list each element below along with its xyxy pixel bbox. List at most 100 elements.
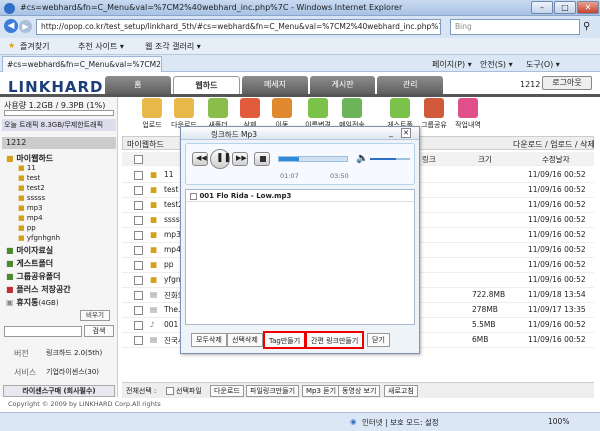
page-menu[interactable]: 페이지(P) ▾ [432, 59, 472, 70]
forward-button[interactable]: ▶ [19, 20, 32, 33]
playlist-item-checkbox[interactable] [190, 192, 197, 200]
history-icon [458, 98, 478, 118]
url-field[interactable]: http://opop.co.kr/test_setup/linkhard_5t… [36, 19, 441, 35]
folder-icon: ■ [18, 234, 25, 242]
tree-item[interactable]: ■ mp3 [6, 204, 116, 214]
search-field[interactable]: Bing [450, 19, 580, 35]
stop-icon [260, 156, 266, 162]
row-checkbox[interactable] [134, 201, 143, 210]
folder-icon: ■ [6, 154, 14, 163]
favorites-button[interactable]: 즐겨찾기 [20, 41, 49, 52]
folder-tree: ■ 마이웹하드 ■ 11 ■ test ■ test2 ■ sssss ■ mp… [6, 153, 116, 310]
license-button[interactable]: 라이센스구매 (회사필수) [3, 385, 115, 397]
playlist-item[interactable]: 001 Flo Rida - Low.mp3 [186, 190, 414, 202]
row-checkbox[interactable] [134, 291, 143, 300]
select-all-checkbox-bottom[interactable] [166, 387, 174, 395]
refresh-button[interactable]: 새로고침 [384, 385, 418, 397]
logout-button[interactable]: 로그아웃 [542, 76, 592, 90]
folder-icon: ■ [18, 164, 25, 172]
group-share-icon [424, 98, 444, 118]
row-checkbox[interactable] [134, 276, 143, 285]
new-folder-icon [208, 98, 228, 118]
dialog-close-icon[interactable]: ✕ [401, 128, 411, 138]
rewind-icon: ◀◀ [196, 154, 207, 162]
mp3-listen-button[interactable]: Mp3 듣기 [302, 385, 341, 397]
row-checkbox[interactable] [134, 171, 143, 180]
row-checkbox[interactable] [134, 246, 143, 255]
tree-item[interactable]: ■ 플러스 저장공간 [6, 284, 116, 297]
back-button[interactable]: ◀ [4, 19, 18, 33]
forward-button[interactable]: ▶▶ [232, 152, 248, 166]
tree-item[interactable]: ■ test [6, 174, 116, 184]
row-checkbox[interactable] [134, 321, 143, 330]
nav-home[interactable]: 홈 [105, 76, 171, 94]
close-button[interactable]: ✕ [577, 1, 599, 14]
security-zone[interactable]: 인터넷 | 보호 모드: 설정 [362, 417, 439, 428]
address-bar: ◀ ▶ http://opop.co.kr/test_setup/linkhar… [0, 16, 600, 38]
tree-item[interactable]: ■ 게스트폴더 [6, 258, 116, 271]
select-all-checkbox[interactable] [134, 155, 143, 164]
group-share-button[interactable]: 그룹공유 [420, 98, 448, 130]
row-checkbox[interactable] [134, 306, 143, 315]
transfer-links[interactable]: 다운로드 / 업로드 / 삭제 [513, 139, 595, 150]
folder-icon: ■ [18, 174, 25, 182]
row-checkbox[interactable] [134, 261, 143, 270]
video-view-button[interactable]: 동영상 보기 [338, 385, 381, 397]
search-button[interactable]: 검색 [84, 325, 114, 337]
folder-icon: ■ [6, 272, 14, 281]
dialog-minimize-icon[interactable]: _ [389, 128, 393, 137]
column-header-link[interactable]: 링크 [422, 154, 436, 165]
column-header-size[interactable]: 크기 [478, 154, 492, 165]
minimize-button[interactable]: – [531, 1, 553, 14]
pause-button[interactable]: ❚❚ [210, 149, 231, 169]
empty-trash-button[interactable]: 비우기 [80, 310, 110, 321]
safety-menu[interactable]: 안전(S) ▾ [480, 59, 513, 70]
tools-menu[interactable]: 도구(O) ▾ [526, 59, 560, 70]
suggested-sites-link[interactable]: 추천 사이트 ▾ [78, 41, 124, 52]
row-checkbox[interactable] [134, 186, 143, 195]
row-checkbox[interactable] [134, 216, 143, 225]
tree-item[interactable]: ■ 마이자료실 [6, 245, 116, 258]
nav-message[interactable]: 메세지 [242, 76, 308, 94]
row-checkbox[interactable] [134, 231, 143, 240]
nav-board[interactable]: 게시판 [309, 76, 376, 94]
upload-button[interactable]: 업로드 [138, 98, 166, 130]
tree-item[interactable]: ■ yfgnhgnh [6, 234, 116, 245]
tree-root: 1212 [2, 137, 116, 149]
delete-selected-button[interactable]: 선택삭제 [227, 333, 263, 347]
download-selected-button[interactable]: 다운로드 [210, 385, 244, 397]
zoom-level[interactable]: 100% [548, 417, 569, 426]
move-icon [272, 98, 292, 118]
copyright-footer: Copyright © 2009 by LINKHARD Corp.All ri… [8, 400, 161, 408]
progress-track[interactable] [278, 156, 348, 162]
tree-item[interactable]: ▣ 휴지통(4GB) [6, 297, 116, 310]
nav-admin[interactable]: 관리 [377, 76, 443, 94]
tree-item[interactable]: ■ test2 [6, 184, 116, 194]
row-checkbox[interactable] [134, 336, 143, 345]
maximize-button[interactable]: □ [554, 1, 576, 14]
main-nav: 홈 웹하드 메세지 게시판 관리 [105, 76, 445, 94]
volume-slider[interactable] [370, 158, 410, 160]
delete-all-button[interactable]: 모두삭제 [191, 333, 227, 347]
folder-icon: ■ [150, 275, 158, 284]
easy-link-button[interactable]: 간편 링크만들기 [305, 331, 365, 349]
column-header-date[interactable]: 수정날자 [542, 154, 570, 165]
web-slice-gallery-link[interactable]: 웹 조각 갤러리 ▾ [145, 41, 201, 52]
music-file-icon: ♪ [150, 320, 155, 329]
nav-webhard[interactable]: 웹하드 [172, 76, 241, 94]
tree-item[interactable]: ■ 11 [6, 164, 116, 174]
history-button[interactable]: 작업내역 [454, 98, 482, 130]
search-input[interactable] [4, 326, 82, 337]
make-file-link-button[interactable]: 파일링크만들기 [246, 385, 300, 397]
tree-item[interactable]: ■ 그룹공유폴더 [6, 271, 116, 284]
browser-tab[interactable]: #cs=webhard&fn=C_Menu&val=%7CM2%40we... [2, 56, 162, 72]
make-tag-button[interactable]: Tag만들기 [263, 331, 307, 349]
rewind-button[interactable]: ◀◀ [192, 152, 208, 166]
tree-item[interactable]: ■ sssss [6, 194, 116, 204]
search-icon[interactable]: ⚲ [583, 21, 590, 32]
tree-item[interactable]: ■ pp [6, 224, 116, 234]
tree-item[interactable]: ■ 마이웹하드 [6, 153, 116, 164]
tree-item[interactable]: ■ mp4 [6, 214, 116, 224]
close-dialog-button[interactable]: 닫기 [367, 333, 390, 347]
stop-button[interactable] [254, 152, 270, 166]
